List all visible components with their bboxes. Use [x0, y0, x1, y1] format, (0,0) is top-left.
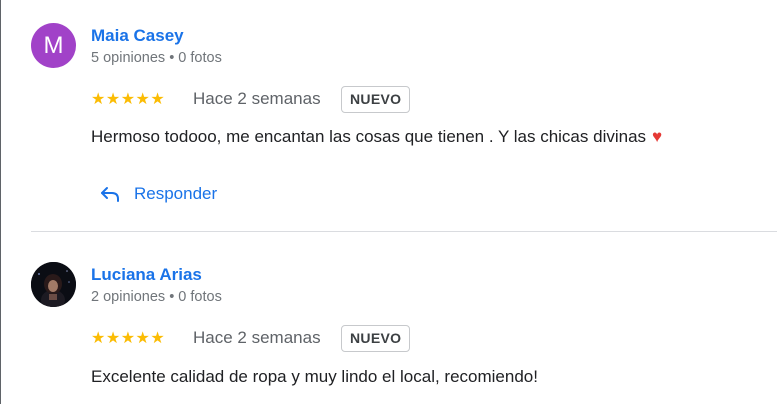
avatar-letter: M [43, 31, 64, 59]
new-badge: NUEVO [341, 86, 411, 113]
avatar[interactable]: M [31, 23, 76, 68]
review-date: Hace 2 semanas [193, 328, 321, 347]
heart-emoji: ♥ [652, 127, 663, 146]
reviewer-name[interactable]: Maia Casey [91, 26, 184, 46]
review-text: Excelente calidad de ropa y muy lindo el… [91, 367, 538, 386]
reviewer-meta: 5 opiniones • 0 fotos [91, 50, 222, 66]
profile-photo-icon [31, 262, 76, 307]
reply-icon [101, 187, 119, 202]
star-rating: ★★★★★ [91, 330, 166, 347]
review-text-container: Hermoso todooo, me encantan las cosas qu… [91, 127, 662, 147]
reviewer-meta: 2 opiniones • 0 fotos [91, 289, 222, 305]
star-rating: ★★★★★ [91, 91, 166, 108]
reply-button[interactable]: Responder [100, 179, 217, 209]
review-text: Hermoso todooo, me encantan las cosas qu… [91, 127, 647, 146]
avatar[interactable] [31, 262, 76, 307]
reviewer-name[interactable]: Luciana Arias [91, 265, 202, 285]
review-card: M Maia Casey 5 opiniones • 0 fotos ★★★★★… [0, 0, 777, 231]
review-date: Hace 2 semanas [193, 89, 321, 108]
reply-label: Responder [134, 184, 218, 203]
review-card: Luciana Arias 2 opiniones • 0 fotos ★★★★… [0, 232, 777, 404]
new-badge: NUEVO [341, 325, 411, 352]
